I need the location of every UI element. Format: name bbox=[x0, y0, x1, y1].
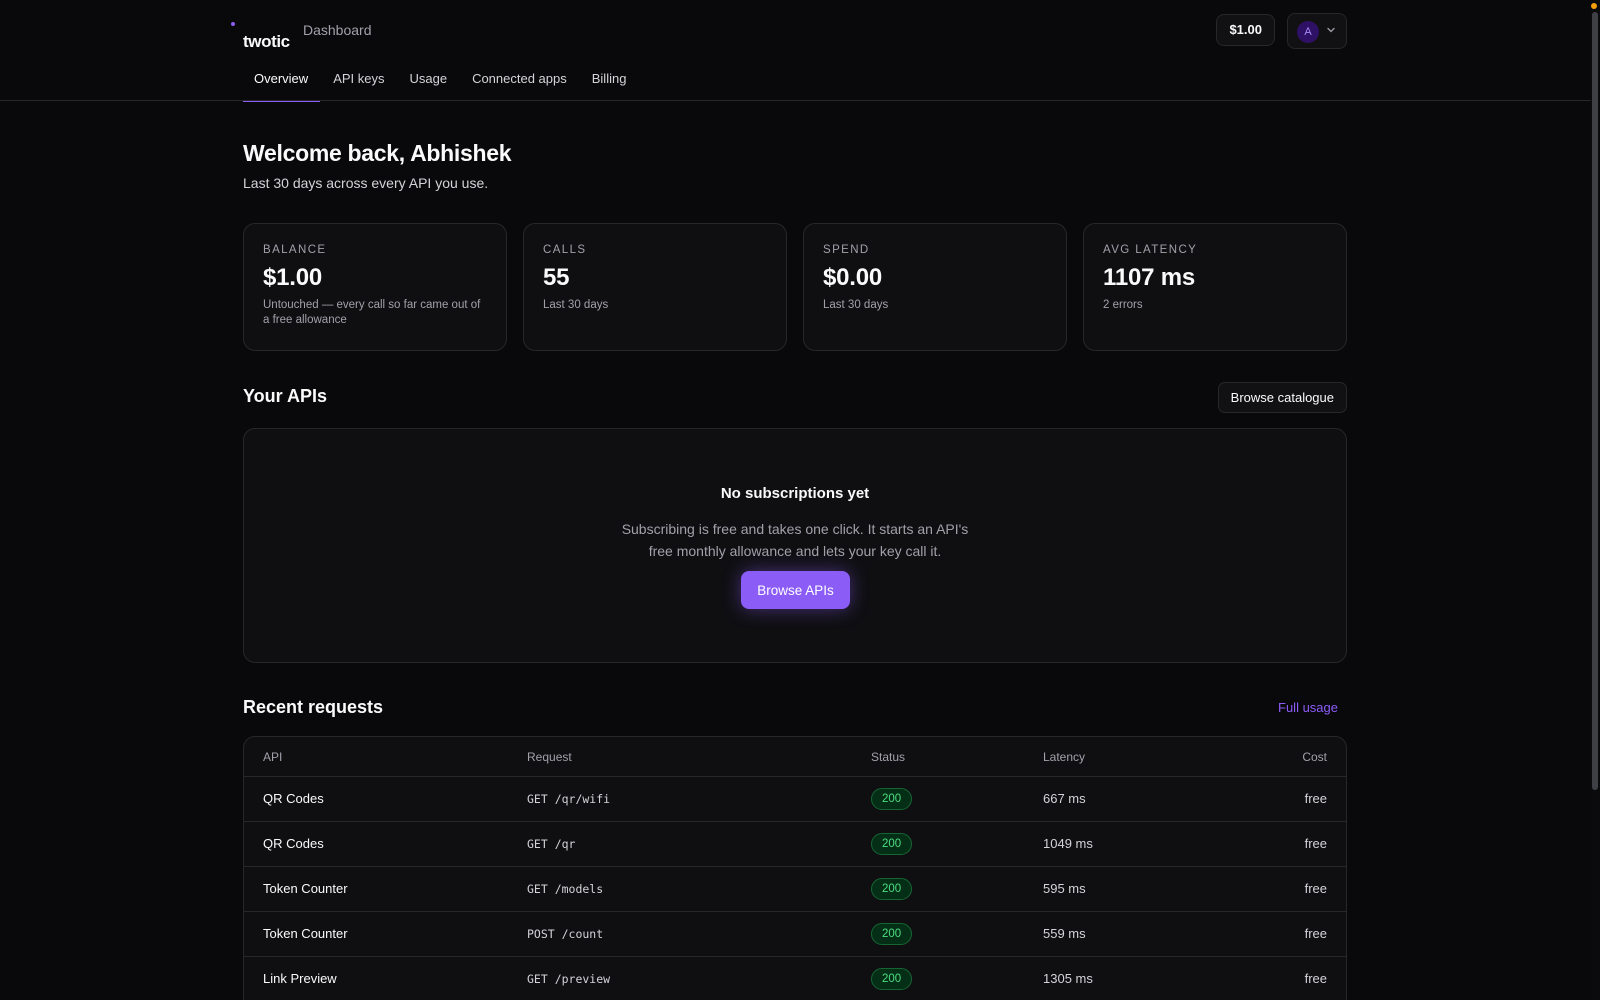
stat-card-balance: BALANCE $1.00 Untouched — every call so … bbox=[243, 223, 507, 351]
status-badge: 200 bbox=[871, 923, 913, 945]
status-badge: 200 bbox=[871, 968, 913, 990]
cell-request: GET /qr/wifi bbox=[527, 792, 611, 806]
balance-pill[interactable]: $1.00 bbox=[1216, 14, 1275, 46]
stat-label: AVG LATENCY bbox=[1103, 244, 1198, 256]
column-header-api: API bbox=[263, 750, 283, 764]
cell-status: 200 bbox=[871, 822, 913, 866]
cell-cost: free bbox=[1304, 791, 1327, 806]
user-menu-button[interactable]: A bbox=[1287, 13, 1347, 49]
status-badge: 200 bbox=[871, 788, 913, 810]
stat-value: 1107 ms bbox=[1103, 264, 1196, 291]
chevron-down-icon bbox=[1327, 27, 1335, 33]
cell-request: GET /qr bbox=[527, 837, 576, 851]
cell-request: GET /preview bbox=[527, 972, 611, 986]
empty-state-text: Subscribing is free and takes one click.… bbox=[244, 518, 1346, 562]
empty-state-title: No subscriptions yet bbox=[720, 485, 870, 502]
table-header: API Request Status Latency Cost bbox=[244, 737, 1346, 777]
cell-cost: free bbox=[1304, 836, 1327, 851]
cell-latency: 595 ms bbox=[1043, 881, 1086, 896]
cell-status: 200 bbox=[871, 777, 913, 821]
tab-overview[interactable]: Overview bbox=[243, 64, 321, 102]
cell-status: 200 bbox=[871, 867, 913, 911]
cell-api: QR Codes bbox=[263, 791, 324, 806]
stats-row: BALANCE $1.00 Untouched — every call so … bbox=[243, 223, 1347, 351]
full-usage-link[interactable]: Full usage bbox=[1278, 700, 1338, 715]
tab-api-keys[interactable]: API keys bbox=[322, 64, 396, 101]
stat-note: Untouched — every call so far came out o… bbox=[263, 299, 481, 326]
tab-connected-apps[interactable]: Connected apps bbox=[461, 64, 579, 101]
browse-apis-button[interactable]: Browse APIs bbox=[741, 571, 850, 609]
status-badge: 200 bbox=[871, 833, 913, 855]
notification-dot-icon bbox=[1591, 3, 1597, 9]
empty-state-line: Subscribing is free and takes one click.… bbox=[621, 521, 969, 537]
page-subtitle: Last 30 days across every API you use. bbox=[243, 175, 489, 191]
cell-status: 200 bbox=[871, 957, 913, 1000]
your-apis-heading: Your APIs bbox=[243, 386, 328, 406]
empty-state-line: free monthly allowance and lets your key… bbox=[648, 543, 942, 559]
page-title: Welcome back, Abhishek bbox=[243, 140, 512, 166]
cell-cost: free bbox=[1304, 881, 1327, 896]
nav-tabs: Overview API keys Usage Connected apps B… bbox=[243, 64, 640, 102]
nav-divider bbox=[0, 100, 1591, 101]
stat-label: CALLS bbox=[543, 244, 587, 256]
cell-api: Token Counter bbox=[263, 926, 348, 941]
cell-latency: 1305 ms bbox=[1043, 971, 1093, 986]
empty-subscriptions-card: No subscriptions yet Subscribing is free… bbox=[243, 428, 1347, 663]
breadcrumb: Dashboard bbox=[303, 22, 372, 38]
stat-label: BALANCE bbox=[263, 244, 327, 256]
stat-card-spend: SPEND $0.00 Last 30 days bbox=[803, 223, 1067, 351]
table-row[interactable]: Token Counter POST /count 200 559 ms fre… bbox=[244, 912, 1346, 957]
brand-dot-icon bbox=[231, 22, 235, 26]
cell-request: POST /count bbox=[527, 927, 604, 941]
column-header-status: Status bbox=[871, 750, 906, 764]
recent-requests-table: API Request Status Latency Cost QR Codes… bbox=[243, 736, 1347, 1000]
stat-label: SPEND bbox=[823, 244, 870, 256]
stat-value: $0.00 bbox=[823, 264, 883, 291]
column-header-request: Request bbox=[527, 750, 572, 764]
stat-value: 55 bbox=[543, 264, 570, 291]
dashboard-page: twotic Dashboard $1.00 A Overview API ke… bbox=[0, 0, 1591, 1000]
column-header-latency: Latency bbox=[1043, 750, 1086, 764]
stat-card-avg-latency: AVG LATENCY 1107 ms 2 errors bbox=[1083, 223, 1347, 351]
recent-requests-heading: Recent requests bbox=[243, 697, 384, 717]
stat-value: $1.00 bbox=[263, 264, 323, 291]
table-row[interactable]: QR Codes GET /qr 200 1049 ms free bbox=[244, 822, 1346, 867]
tab-billing[interactable]: Billing bbox=[581, 64, 639, 101]
column-header-cost: Cost bbox=[1302, 750, 1327, 764]
cell-latency: 667 ms bbox=[1043, 791, 1086, 806]
avatar: A bbox=[1297, 21, 1319, 43]
cell-status: 200 bbox=[871, 912, 913, 956]
scrollbar-thumb[interactable] bbox=[1592, 12, 1598, 790]
cell-api: Link Preview bbox=[263, 971, 337, 986]
cell-cost: free bbox=[1304, 926, 1327, 941]
table-row[interactable]: QR Codes GET /qr/wifi 200 667 ms free bbox=[244, 777, 1346, 822]
table-row[interactable]: Token Counter GET /models 200 595 ms fre… bbox=[244, 867, 1346, 912]
stat-note: 2 errors bbox=[1103, 299, 1143, 311]
cell-latency: 1049 ms bbox=[1043, 836, 1093, 851]
top-bar: twotic Dashboard $1.00 A bbox=[231, 12, 1347, 51]
tab-usage[interactable]: Usage bbox=[398, 64, 459, 101]
cell-api: Token Counter bbox=[263, 881, 348, 896]
stat-note: Last 30 days bbox=[823, 299, 889, 311]
cell-latency: 559 ms bbox=[1043, 926, 1086, 941]
cell-api: QR Codes bbox=[263, 836, 324, 851]
stat-card-calls: CALLS 55 Last 30 days bbox=[523, 223, 787, 351]
stat-note: Last 30 days bbox=[543, 299, 609, 311]
cell-cost: free bbox=[1304, 971, 1327, 986]
browse-catalogue-button[interactable]: Browse catalogue bbox=[1217, 382, 1347, 413]
status-badge: 200 bbox=[871, 878, 913, 900]
cell-request: GET /models bbox=[527, 882, 604, 896]
table-row[interactable]: Link Preview GET /preview 200 1305 ms fr… bbox=[244, 957, 1346, 1000]
brand-name: twotic bbox=[243, 32, 290, 51]
